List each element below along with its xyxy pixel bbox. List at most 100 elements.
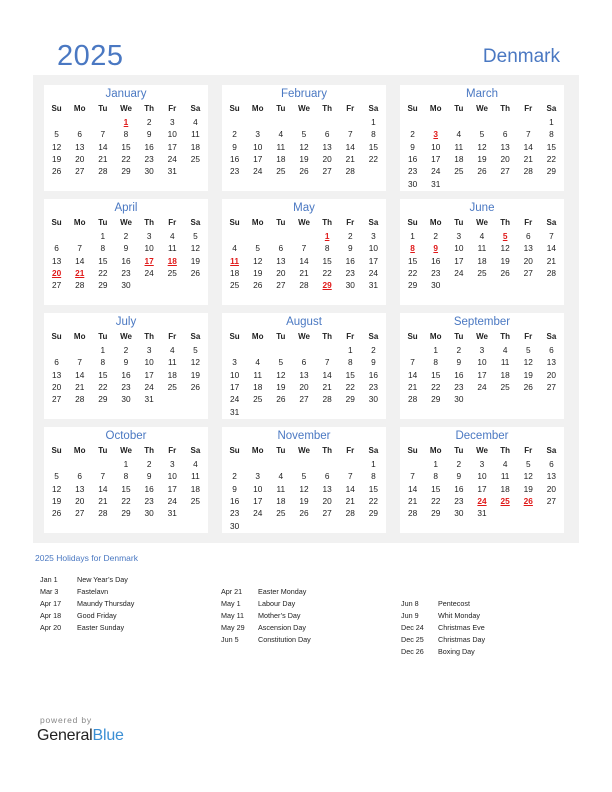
- day-cell: 1: [100, 231, 106, 241]
- weekday-label: Tu: [276, 218, 286, 227]
- day-cell: 15: [121, 483, 131, 494]
- day-cell: 22: [322, 267, 332, 278]
- day-cell: 1: [433, 459, 439, 469]
- week-row: 1 2 3 4 5 6: [401, 458, 563, 470]
- day-cell: 23: [345, 267, 355, 278]
- day-cell: 13: [51, 255, 62, 266]
- day-cell: 22: [368, 495, 379, 506]
- day-cell: 15: [368, 141, 379, 152]
- day-cell: 6: [502, 129, 508, 140]
- holiday-date: 11: [230, 255, 239, 266]
- holiday-date-label: Dec 24: [401, 623, 424, 632]
- day-cell: 2: [410, 129, 415, 140]
- day-cell: 19: [299, 153, 309, 164]
- empty-cell: [494, 178, 517, 190]
- day-cell: 7: [410, 357, 415, 368]
- weekday-label: Sa: [190, 218, 201, 227]
- month-title: November: [277, 430, 331, 442]
- empty-cell: [424, 116, 447, 128]
- empty-cell: [540, 393, 563, 405]
- month-june: June Su Mo Tu We Th Fr Sa 1 2 3 4 5 6 7 8 9 10 11 12 13 14 15 1…: [400, 199, 564, 305]
- day-cell: 27: [51, 394, 62, 405]
- day-cell: 12: [276, 369, 286, 380]
- day-cell: 31: [368, 280, 379, 291]
- holiday-item: Apr 17 Maundy Thursday: [40, 598, 134, 610]
- day-cell: 14: [407, 369, 418, 380]
- day-cell: 6: [549, 459, 554, 469]
- weekday-label: Sa: [368, 446, 379, 455]
- weekday-label: Th: [500, 104, 511, 113]
- empty-cell: [68, 116, 91, 128]
- day-cell: 16: [454, 483, 464, 494]
- empty-cell: [447, 116, 470, 128]
- holiday-name: Whit Monday: [438, 611, 480, 620]
- week-row: 7 8 9 10 11 12 13: [401, 470, 563, 482]
- week-row: 3 4 5 6 7 8 9: [223, 356, 385, 368]
- week-row: 10 11 12 13 14 15 16: [223, 369, 385, 381]
- holiday-date-label: Jan 1: [40, 575, 58, 584]
- day-cell: 24: [477, 381, 487, 392]
- day-cell: 12: [51, 483, 62, 494]
- day-cell: 17: [253, 495, 263, 506]
- day-cell: 24: [229, 394, 240, 405]
- day-cell: 26: [299, 166, 309, 177]
- week-row: 16 17 18 19 20 21 22: [223, 153, 385, 165]
- holiday-date: 25: [500, 495, 510, 506]
- day-cell: 20: [523, 255, 533, 266]
- day-cell: 15: [368, 483, 379, 494]
- day-cell: 28: [345, 166, 355, 177]
- week-row: 1 2 3 4: [45, 458, 207, 470]
- day-cell: 12: [190, 243, 201, 254]
- day-cell: 25: [253, 394, 263, 405]
- day-cell: 30: [144, 166, 154, 177]
- day-cell: 4: [278, 471, 284, 482]
- day-cell: 28: [322, 394, 332, 405]
- holiday-date-label: Apr 18: [40, 611, 62, 620]
- day-cell: 27: [546, 495, 557, 506]
- week-row: 29 30: [401, 279, 563, 291]
- day-cell: 26: [276, 394, 286, 405]
- weekday-label: Mo: [73, 104, 86, 113]
- day-cell: 17: [253, 153, 263, 164]
- holiday-name: Mother’s Day: [258, 611, 301, 620]
- day-cell: 18: [500, 483, 510, 494]
- empty-cell: [223, 458, 246, 470]
- day-cell: 15: [407, 255, 418, 266]
- day-cell: 14: [345, 483, 355, 494]
- day-cell: 7: [324, 357, 330, 368]
- week-row: 28 29 30 31: [401, 507, 563, 519]
- day-cell: 11: [276, 483, 286, 494]
- day-cell: 14: [546, 243, 557, 254]
- holiday-name: Easter Monday: [258, 587, 307, 596]
- week-row: 6 7 8 9 10 11 12: [45, 242, 207, 254]
- day-cell: 20: [546, 483, 557, 494]
- weekday-label: Th: [500, 332, 511, 341]
- weekday-header: Su Mo Tu We Th Fr Sa: [223, 446, 385, 455]
- day-cell: 18: [477, 255, 487, 266]
- holiday-date-label: May 1: [221, 599, 241, 608]
- day-cell: 18: [190, 483, 201, 494]
- day-cell: 21: [98, 153, 108, 164]
- empty-cell: [494, 393, 517, 405]
- weekday-label: Tu: [454, 332, 464, 341]
- day-cell: 21: [75, 381, 85, 392]
- day-cell: 18: [276, 153, 286, 164]
- week-row: 6 7 8 9 10 11 12: [45, 356, 207, 368]
- day-cell: 24: [144, 267, 154, 278]
- weekday-label: Mo: [429, 332, 442, 341]
- empty-cell: [292, 458, 315, 470]
- day-cell: 1: [100, 345, 106, 355]
- day-cell: 1: [123, 459, 129, 469]
- empty-cell: [45, 458, 68, 470]
- weekday-label: Mo: [251, 446, 264, 455]
- day-cell: 11: [167, 243, 177, 254]
- day-cell: 3: [146, 345, 152, 355]
- day-cell: 23: [144, 153, 154, 164]
- week-row: 17 18 19 20 21 22 23: [223, 381, 385, 393]
- holiday-item: Jun 9 Whit Monday: [401, 610, 485, 622]
- day-cell: 12: [253, 255, 263, 266]
- day-cell: 9: [456, 471, 462, 482]
- day-cell: 11: [500, 471, 510, 482]
- day-cell: 28: [523, 166, 533, 177]
- weekday-label: Sa: [368, 104, 379, 113]
